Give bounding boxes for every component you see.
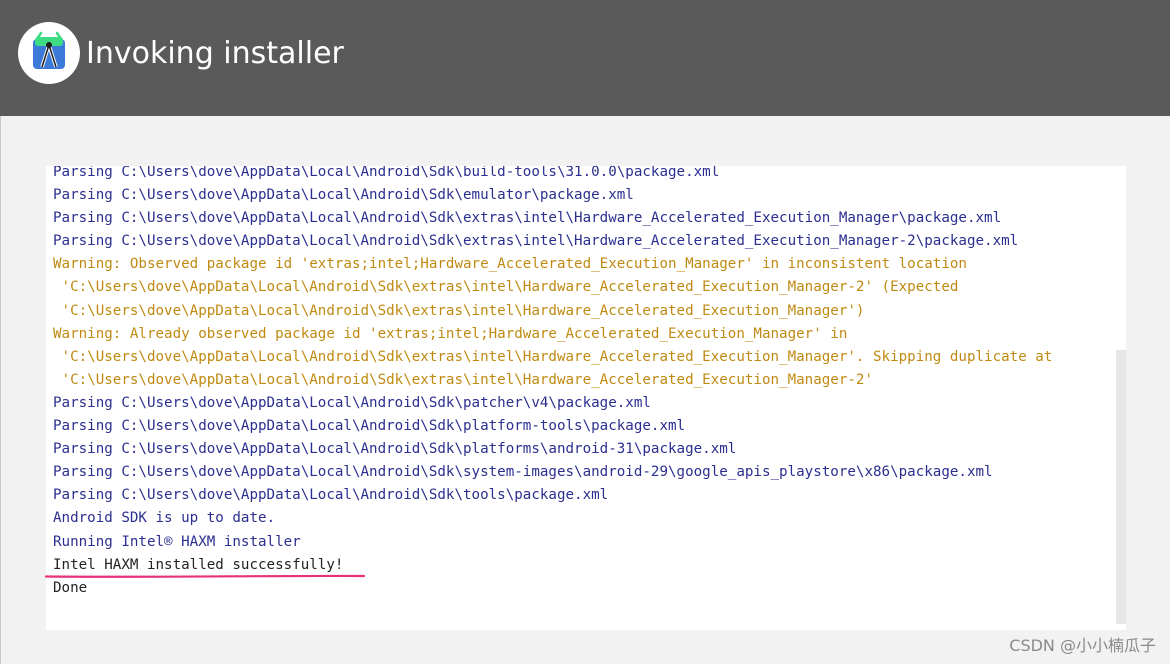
log-line-warn: 'C:\Users\dove\AppData\Local\Android\Sdk… xyxy=(53,279,959,296)
log-line-warn: 'C:\Users\dove\AppData\Local\Android\Sdk… xyxy=(53,371,873,388)
log-line-warn: 'C:\Users\dove\AppData\Local\Android\Sdk… xyxy=(53,302,865,319)
log-line-info: Parsing C:\Users\dove\AppData\Local\Andr… xyxy=(53,187,634,204)
title-bar: Invoking installer xyxy=(0,0,1170,116)
log-line-warn: Warning: Already observed package id 'ex… xyxy=(53,325,848,342)
log-line-info: Parsing C:\Users\dove\AppData\Local\Andr… xyxy=(53,487,609,504)
log-line-warn: Warning: Observed package id 'extras;int… xyxy=(53,256,967,273)
watermark: CSDN @小小楠瓜子 xyxy=(1009,636,1156,655)
log-line-info: Android SDK is up to date. xyxy=(53,510,276,527)
log-line-info: Parsing C:\Users\dove\AppData\Local\Andr… xyxy=(53,166,720,180)
window-title: Invoking installer xyxy=(86,36,344,71)
log-line-plain: Done xyxy=(53,579,88,596)
success-underline xyxy=(44,574,366,578)
log-line-info: Running Intel® HAXM installer xyxy=(53,533,301,550)
log-line-info: Parsing C:\Users\dove\AppData\Local\Andr… xyxy=(53,233,1019,250)
log-line-info: Parsing C:\Users\dove\AppData\Local\Andr… xyxy=(53,418,686,435)
console-log: Parsing C:\Users\dove\AppData\Local\Andr… xyxy=(53,166,1126,600)
log-line-info: Parsing C:\Users\dove\AppData\Local\Andr… xyxy=(53,464,993,481)
log-line-warn: 'C:\Users\dove\AppData\Local\Android\Sdk… xyxy=(53,348,1053,365)
log-line-info: Parsing C:\Users\dove\AppData\Local\Andr… xyxy=(53,441,737,458)
vertical-scrollbar[interactable] xyxy=(1116,350,1126,624)
log-line-info: Parsing C:\Users\dove\AppData\Local\Andr… xyxy=(53,210,1002,227)
log-line-info: Parsing C:\Users\dove\AppData\Local\Andr… xyxy=(53,394,651,411)
installer-console-output[interactable]: Parsing C:\Users\dove\AppData\Local\Andr… xyxy=(46,166,1126,630)
window-border xyxy=(0,116,1,664)
android-studio-icon xyxy=(18,22,80,84)
